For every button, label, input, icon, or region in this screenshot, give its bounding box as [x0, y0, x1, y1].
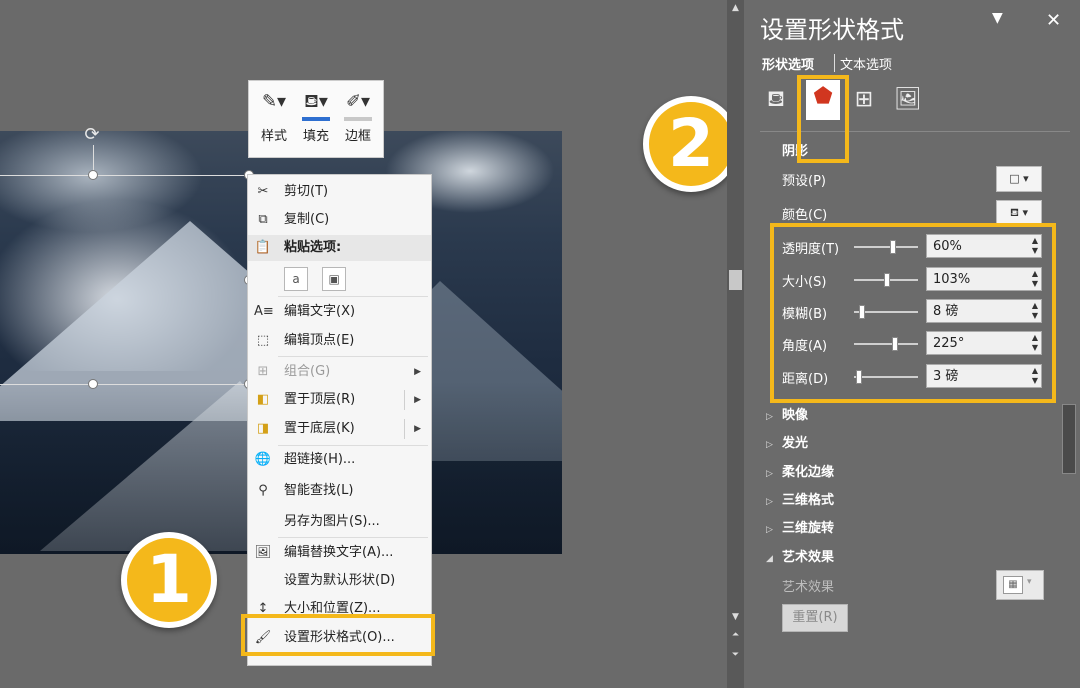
- expand-caret-icon: ▷: [766, 412, 773, 422]
- paste-icon: 📋: [254, 240, 272, 255]
- context-menu: ✂ 剪切(T) ⧉ 复制(C) 📋 粘贴选项: a ▣ A≡ 编辑文字(X) ⬚…: [247, 174, 432, 666]
- preset-dropdown[interactable]: □ ▾: [996, 166, 1042, 192]
- style-label: 样式: [260, 129, 287, 144]
- scroll-down-icon[interactable]: ▼: [730, 612, 741, 623]
- menu-item-bring-to-front[interactable]: ◧ 置于顶层(R) ▶: [248, 387, 431, 413]
- fill-button[interactable]: ⛾▾ 填充: [295, 87, 337, 151]
- menu-item-hyperlink[interactable]: 🌐 超链接(H)...: [248, 447, 431, 473]
- edit-text-icon: A≡: [254, 304, 274, 319]
- paste-picture-icon[interactable]: ▣: [322, 267, 347, 291]
- expand-caret-icon: ▷: [766, 440, 773, 450]
- artistic-effects-label: 艺术效果: [782, 580, 835, 595]
- submenu-arrow-icon: ▶: [414, 367, 421, 377]
- section-soft-edges[interactable]: ▷ 柔化边缘: [766, 461, 834, 480]
- artistic-effects-dropdown[interactable]: ▦ ▾: [996, 570, 1044, 600]
- expand-caret-icon: ▷: [766, 497, 773, 507]
- copy-icon: ⧉: [258, 212, 268, 227]
- resize-handle-bottom[interactable]: [88, 379, 98, 389]
- close-icon[interactable]: ✕: [1046, 10, 1061, 31]
- menu-item-smart-lookup[interactable]: ⚲ 智能查找(L): [248, 478, 431, 504]
- scroll-up-icon[interactable]: ▲: [730, 3, 741, 14]
- style-button[interactable]: ✎▾ 样式: [253, 87, 295, 151]
- preset-label: 预设(P): [782, 174, 826, 189]
- menu-item-cut[interactable]: ✂ 剪切(T): [248, 179, 431, 205]
- rotate-handle-icon[interactable]: ⟳: [80, 123, 104, 147]
- scroll-thumb[interactable]: [729, 270, 742, 290]
- scissors-icon: ✂: [257, 184, 269, 199]
- shape-selection-box[interactable]: [0, 175, 250, 385]
- menu-item-set-default-shape[interactable]: 设置为默认形状(D): [248, 568, 431, 594]
- fill-label: 填充: [302, 129, 329, 144]
- group-icon: ⊞: [257, 364, 269, 379]
- edit-points-icon: ⬚: [256, 333, 270, 348]
- format-shape-highlight: [241, 614, 435, 656]
- picture-category-icon[interactable]: 🖼: [894, 86, 922, 114]
- color-label: 颜色(C): [782, 208, 828, 223]
- paint-bucket-icon: ⛾▾: [304, 91, 328, 112]
- pane-scrollbar[interactable]: [1062, 404, 1076, 474]
- menu-item-save-as-picture[interactable]: 另存为图片(S)...: [248, 509, 431, 535]
- send-to-back-icon: ◨: [256, 421, 270, 436]
- fill-color-bar: [302, 117, 330, 121]
- next-slide-icon[interactable]: ⏷: [730, 650, 741, 661]
- pane-title: 设置形状格式: [760, 16, 904, 44]
- bring-to-front-icon: ◧: [256, 392, 270, 407]
- border-label: 边框: [344, 129, 371, 144]
- artistic-effects-gallery-icon: ▦: [1003, 576, 1023, 594]
- menu-item-edit-points[interactable]: ⬚ 编辑顶点(E): [248, 328, 431, 354]
- section-artistic-effects[interactable]: ◢ 艺术效果: [766, 546, 834, 565]
- section-3d-rotation[interactable]: ▷ 三维旋转: [766, 517, 834, 536]
- tab-text-options[interactable]: 文本选项: [840, 54, 892, 73]
- section-glow[interactable]: ▷ 发光: [766, 432, 808, 451]
- submenu-arrow-icon: ▶: [414, 395, 421, 405]
- reset-button[interactable]: 重置(R): [782, 604, 848, 632]
- previous-slide-icon[interactable]: ⏶: [730, 630, 741, 641]
- border-color-bar: [344, 117, 372, 121]
- expand-caret-icon: ▷: [766, 469, 773, 479]
- shape-style-icon: ✎▾: [261, 91, 287, 112]
- paste-keep-format-icon[interactable]: a: [284, 267, 308, 291]
- menu-item-send-to-back[interactable]: ◨ 置于底层(K) ▶: [248, 416, 431, 442]
- section-3d-format[interactable]: ▷ 三维格式: [766, 489, 834, 508]
- pane-options-icon[interactable]: ▼: [992, 10, 1003, 26]
- section-reflection[interactable]: ▷ 映像: [766, 404, 808, 423]
- slide-vertical-scrollbar[interactable]: ▲ ▼ ⏶ ⏷: [727, 0, 744, 688]
- effects-tab-highlight: [797, 75, 849, 163]
- paste-options-row: a ▣: [284, 263, 356, 293]
- submenu-arrow-icon: ▶: [414, 424, 421, 434]
- alt-text-icon: 🖼: [254, 545, 272, 560]
- mini-toolbar: ✎▾ 样式 ⛾▾ 填充 ✐▾ 边框: [248, 80, 384, 158]
- menu-item-alt-text[interactable]: 🖼 编辑替换文字(A)...: [248, 540, 431, 566]
- dropdown-arrow-icon: ▾: [1027, 577, 1032, 587]
- pen-icon: ✐▾: [345, 91, 371, 112]
- resize-handle-top[interactable]: [88, 170, 98, 180]
- menu-item-copy[interactable]: ⧉ 复制(C): [248, 207, 431, 233]
- shadow-settings-highlight: [770, 223, 1056, 403]
- menu-item-edit-text[interactable]: A≡ 编辑文字(X): [248, 299, 431, 325]
- tab-shape-options[interactable]: 形状选项: [762, 54, 814, 73]
- border-button[interactable]: ✐▾ 边框: [337, 87, 379, 151]
- size-properties-category-icon[interactable]: ⊞: [850, 86, 878, 114]
- hyperlink-icon: 🌐: [254, 452, 272, 467]
- expand-caret-icon: ▷: [766, 525, 773, 535]
- smart-lookup-icon: ⚲: [258, 483, 268, 498]
- step-badge-1: 1: [121, 532, 217, 628]
- menu-paste-options-header: 📋 粘贴选项:: [248, 235, 431, 261]
- collapse-caret-icon: ◢: [766, 554, 773, 564]
- fill-line-category-icon[interactable]: ⛾: [762, 86, 790, 114]
- step-badge-2: 2: [643, 96, 739, 192]
- menu-item-group[interactable]: ⊞ 组合(G) ▶: [248, 359, 431, 385]
